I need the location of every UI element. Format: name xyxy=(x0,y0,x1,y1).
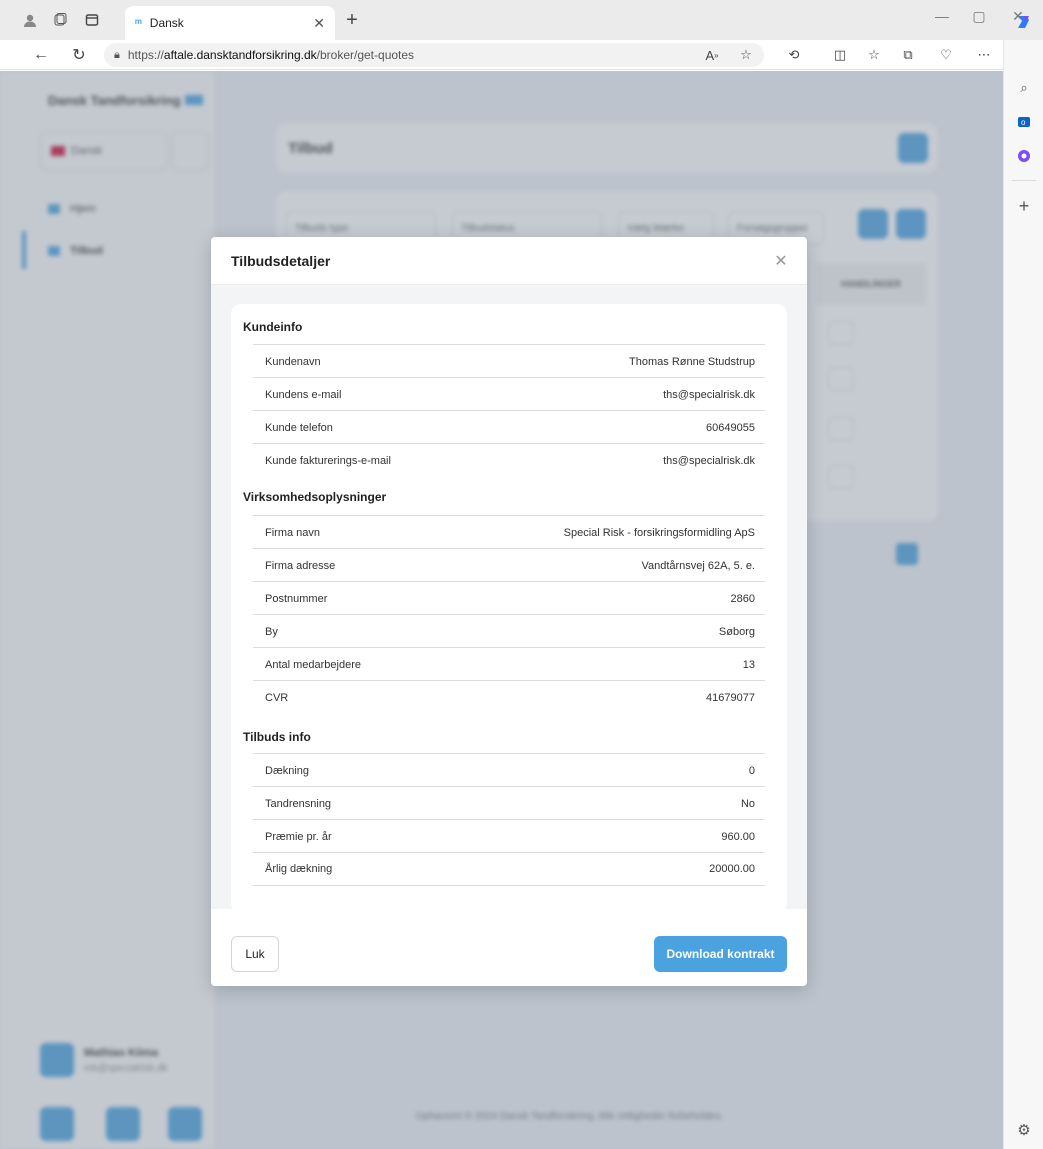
browser-tab[interactable]: ᵐ Dansk ✕ xyxy=(125,6,335,40)
refresh-icon[interactable]: ↻ xyxy=(68,44,90,66)
modal-header: Tilbudsdetaljer ✕ xyxy=(211,237,807,285)
sidebar-settings-gear-icon[interactable]: ⚙ xyxy=(1014,1120,1034,1140)
search-icon[interactable]: ⌕ xyxy=(1014,78,1034,98)
tab-actions-icon[interactable] xyxy=(82,10,102,30)
modal-body: Kundeinfo Kundenavn Thomas Rønne Studstru… xyxy=(211,285,807,913)
detail-row: Kundens e-mail ths@specialrisk.dk xyxy=(253,377,765,411)
detail-row: Dækning 0 xyxy=(253,753,765,787)
minimize-icon[interactable]: — xyxy=(932,8,952,24)
svg-text:o: o xyxy=(1021,118,1026,127)
url-input[interactable]: 🔒︎ https://aftale.dansktandforsikring.dk… xyxy=(104,43,764,67)
office-icon[interactable] xyxy=(1014,146,1034,166)
detail-row: Årlig dækning 20000.00 xyxy=(253,852,765,886)
detail-row: Kunde telefon 60649055 xyxy=(253,410,765,444)
split-screen-icon[interactable]: ◫ xyxy=(830,46,850,64)
browser-tab-bar: ᵐ Dansk ✕ + — ▢ ✕ xyxy=(0,0,1043,40)
tab-close-icon[interactable]: ✕ xyxy=(313,15,325,32)
section-title-virksomhed: Virksomhedsoplysninger xyxy=(243,490,387,504)
detail-row: Firma navn Special Risk - forsikringsform… xyxy=(253,515,765,549)
more-options-icon[interactable]: ⋯ xyxy=(974,46,994,64)
close-button[interactable]: Luk xyxy=(231,936,279,972)
detail-row: Tandrensning No xyxy=(253,786,765,820)
download-contract-button[interactable]: Download kontrakt xyxy=(654,936,787,972)
detail-row: Præmie pr. år 960.00 xyxy=(253,819,765,853)
collections-icon[interactable] xyxy=(50,10,70,30)
browser-sidebar: ⌕ o + ⚙ xyxy=(1003,16,1043,1149)
sidebar-divider xyxy=(1012,180,1036,181)
add-sidebar-app-icon[interactable]: + xyxy=(1014,196,1034,216)
detail-row: Kunde fakturerings-e-mail ths@specialrisk… xyxy=(253,443,765,477)
details-card: Kundeinfo Kundenavn Thomas Rønne Studstru… xyxy=(231,304,787,913)
profile-icon[interactable] xyxy=(20,10,40,30)
url-host: aftale.dansktandforsikring.dk xyxy=(163,48,317,62)
favorite-star-icon[interactable]: ☆ xyxy=(736,46,756,64)
url-path: /broker/get-quotes xyxy=(316,48,415,62)
modal-title: Tilbudsdetaljer xyxy=(231,252,331,269)
close-icon[interactable]: ✕ xyxy=(771,251,791,271)
favorites-icon[interactable]: ☆ xyxy=(864,46,884,64)
maximize-icon[interactable]: ▢ xyxy=(969,8,989,25)
section-title-tilbuds-info: Tilbuds info xyxy=(243,730,311,744)
detail-row: Firma adresse Vandtårnsvej 62A, 5. e. xyxy=(253,548,765,582)
browser-essentials-icon[interactable]: ♡ xyxy=(936,46,956,64)
modal-footer: Luk Download kontrakt xyxy=(211,909,807,986)
extensions-icon[interactable]: ⟲ xyxy=(784,46,804,64)
browser-address-bar: ← ↻ 🔒︎ https://aftale.dansktandforsikrin… xyxy=(0,40,1043,70)
read-aloud-icon[interactable]: A» xyxy=(702,46,722,64)
url-prefix: https:// xyxy=(127,48,164,62)
back-arrow-icon[interactable]: ← xyxy=(30,44,52,66)
collections-toolbar-icon[interactable]: ⧉ xyxy=(898,46,918,64)
new-tab-button[interactable]: + xyxy=(340,8,364,32)
tab-title: Dansk xyxy=(149,16,184,30)
detail-row: By Søborg xyxy=(253,614,765,648)
detail-row: CVR 41679077 xyxy=(253,680,765,714)
detail-row: Antal medarbejdere 13 xyxy=(253,647,765,681)
lock-icon: 🔒︎ xyxy=(114,48,120,61)
quote-details-modal: Tilbudsdetaljer ✕ Kundeinfo Kundenavn Tho… xyxy=(211,237,807,986)
detail-row: Kundenavn Thomas Rønne Studstrup xyxy=(253,344,765,378)
copilot-icon[interactable] xyxy=(1014,12,1034,32)
section-title-kundeinfo: Kundeinfo xyxy=(243,320,303,334)
outlook-icon[interactable]: o xyxy=(1014,112,1034,132)
detail-row: Postnummer 2860 xyxy=(253,581,765,615)
site-favicon-icon: ᵐ xyxy=(135,16,142,30)
